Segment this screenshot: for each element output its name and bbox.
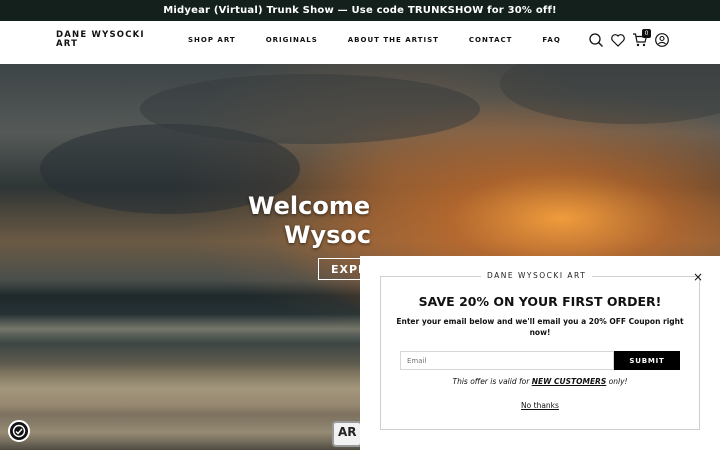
accessibility-button[interactable] <box>8 420 30 442</box>
nav-contact[interactable]: CONTACT <box>469 36 513 44</box>
submit-button[interactable]: SUBMIT <box>614 351 680 370</box>
offer-note-suffix: only! <box>608 377 628 386</box>
nav-about-the-artist[interactable]: ABOUT THE ARTIST <box>348 36 439 44</box>
hero-title-line-2: Wysoc <box>284 221 372 249</box>
announcement-bar: Midyear (Virtual) Trunk Show — Use code … <box>0 0 720 21</box>
nav-faq[interactable]: FAQ <box>542 36 560 44</box>
hero-cloud <box>500 64 720 124</box>
cart-count-badge: 0 <box>642 29 651 38</box>
announcement-text: Midyear (Virtual) Trunk Show — Use code … <box>163 5 557 16</box>
trust-badge[interactable]: AR <box>332 421 362 447</box>
email-field[interactable] <box>400 351 614 370</box>
hero-title: Welcome Wysoc <box>248 192 488 250</box>
no-thanks-link[interactable]: No thanks <box>380 401 700 410</box>
offer-note: This offer is valid for NEW CUSTOMERS on… <box>380 377 700 386</box>
hero-title-line-1: Welcome <box>248 192 371 220</box>
offer-note-prefix: This offer is valid for <box>452 377 530 386</box>
offer-note-highlight: NEW CUSTOMERS <box>531 377 607 386</box>
heart-icon[interactable] <box>610 32 626 48</box>
popup-title: SAVE 20% ON YOUR FIRST ORDER! <box>418 294 662 309</box>
cart-icon[interactable]: 0 <box>632 29 651 48</box>
main-nav: SHOP ART ORIGINALS ABOUT THE ARTIST CONT… <box>188 36 591 44</box>
accessibility-icon <box>12 424 26 438</box>
site-logo[interactable]: DANE WYSOCKI ART <box>56 31 156 49</box>
site-header: DANE WYSOCKI ART SHOP ART ORIGINALS ABOU… <box>0 21 720 64</box>
header-icons: 0 <box>588 29 670 48</box>
hero-cloud <box>140 74 480 144</box>
close-icon[interactable]: × <box>693 271 705 283</box>
popup-description: Enter your email below and we'll email y… <box>396 317 684 337</box>
popup-brand: DANE WYSOCKI ART <box>481 271 593 280</box>
nav-shop-art[interactable]: SHOP ART <box>188 36 236 44</box>
account-icon[interactable] <box>654 32 670 48</box>
search-icon[interactable] <box>588 32 604 48</box>
nav-originals[interactable]: ORIGINALS <box>266 36 318 44</box>
